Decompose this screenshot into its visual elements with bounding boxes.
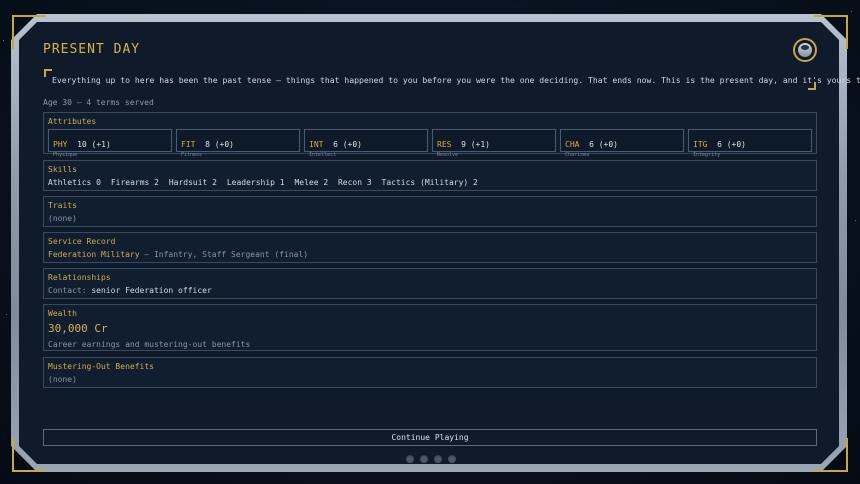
attribute-name: Resolve (437, 152, 459, 158)
attribute-name: Intellect (309, 152, 337, 158)
service-record-value: Federation Military — Infantry, Staff Se… (48, 250, 812, 259)
service-record-label: Service Record (48, 237, 116, 246)
traits-panel: Traits (none) (43, 196, 817, 227)
frame-indicator-dots (406, 455, 456, 463)
frame-corner (12, 15, 46, 49)
attribute-abbr: FIT (181, 140, 196, 149)
attribute-phy: PHY 10 (+1) Physique (48, 129, 172, 158)
attributes-panel: Attributes PHY 10 (+1) Physique FIT 8 (+… (43, 112, 817, 158)
attribute-list: PHY 10 (+1) Physique FIT 8 (+0) Fitness … (48, 129, 812, 158)
continue-playing-button[interactable]: Continue Playing (43, 429, 817, 446)
wealth-note: Career earnings and mustering-out benefi… (48, 340, 251, 349)
skills-panel: Skills Athletics 0 Firearms 2 Hardsuit 2… (43, 160, 817, 191)
skill-item: Tactics (Military) 2 (381, 178, 478, 187)
attribute-name: Fitness (181, 152, 203, 158)
attribute-abbr: RES (437, 140, 452, 149)
attribute-name: Physique (53, 152, 78, 158)
attribute-abbr: ITG (693, 140, 708, 149)
attribute-value: 10 (+1) (77, 140, 111, 149)
attribute-value: 6 (+0) (333, 140, 362, 149)
profile-avatar-icon (798, 43, 812, 57)
attribute-name: Integrity (693, 152, 721, 158)
relationship-type: Contact: (48, 286, 87, 295)
attribute-name: Charisma (565, 152, 590, 158)
relationship-value: senior Federation officer (91, 286, 212, 295)
skill-item: Melee 2 (294, 178, 329, 187)
star (3, 40, 4, 41)
service-detail: — Infantry, Staff Sergeant (final) (139, 250, 309, 259)
attribute-value: 8 (+0) (205, 140, 234, 149)
attribute-abbr: PHY (53, 140, 68, 149)
indicator-dot (434, 455, 442, 463)
age-terms: Age 30 — 4 terms served (43, 98, 154, 107)
profile-button[interactable] (793, 38, 817, 62)
mustering-out-panel: Mustering-Out Benefits (none) (43, 357, 817, 388)
relationships-label: Relationships (48, 273, 111, 282)
attribute-value: 6 (+0) (589, 140, 618, 149)
intro-quote: Everything up to here has been the past … (43, 68, 860, 90)
attribute-value: 9 (+1) (461, 140, 490, 149)
wealth-amount: 30,000 Cr (48, 322, 108, 335)
attribute-fit: FIT 8 (+0) Fitness (176, 129, 300, 158)
frame-corner (814, 438, 848, 472)
skills-label: Skills (48, 165, 77, 174)
mustering-out-value: (none) (48, 375, 77, 384)
skill-item: Recon 3 (337, 178, 372, 187)
quote-open-bracket (44, 69, 52, 77)
attribute-abbr: INT (309, 140, 324, 149)
wealth-panel: Wealth 30,000 Cr Career earnings and mus… (43, 304, 817, 351)
page-title: PRESENT DAY (43, 42, 141, 57)
intro-text: Everything up to here has been the past … (52, 75, 860, 85)
attribute-cha: CHA 6 (+0) Charisma (560, 129, 684, 158)
attribute-abbr: CHA (565, 140, 580, 149)
star (855, 220, 856, 221)
frame-corner (814, 15, 848, 49)
indicator-dot (448, 455, 456, 463)
attribute-itg: ITG 6 (+0) Integrity (688, 129, 812, 158)
traits-label: Traits (48, 201, 77, 210)
wealth-label: Wealth (48, 309, 77, 318)
star (6, 314, 7, 315)
star (851, 11, 852, 12)
attributes-label: Attributes (48, 117, 97, 126)
skill-item: Athletics 0 (48, 178, 101, 187)
relationship-entry: Contact: senior Federation officer (48, 286, 812, 295)
attribute-value: 6 (+0) (717, 140, 746, 149)
indicator-dot (420, 455, 428, 463)
relationships-panel: Relationships Contact: senior Federation… (43, 268, 817, 299)
traits-value: (none) (48, 214, 77, 223)
skill-item: Hardsuit 2 (168, 178, 217, 187)
frame-corner (12, 438, 46, 472)
attribute-int: INT 6 (+0) Intellect (304, 129, 428, 158)
skills-list: Athletics 0 Firearms 2 Hardsuit 2 Leader… (48, 178, 812, 187)
mustering-out-label: Mustering-Out Benefits (48, 362, 154, 371)
indicator-dot (406, 455, 414, 463)
attribute-res: RES 9 (+1) Resolve (432, 129, 556, 158)
skill-item: Firearms 2 (110, 178, 159, 187)
quote-close-bracket (808, 82, 816, 90)
service-org: Federation Military (48, 250, 140, 259)
skill-item: Leadership 1 (226, 178, 285, 187)
service-record-panel: Service Record Federation Military — Inf… (43, 232, 817, 263)
